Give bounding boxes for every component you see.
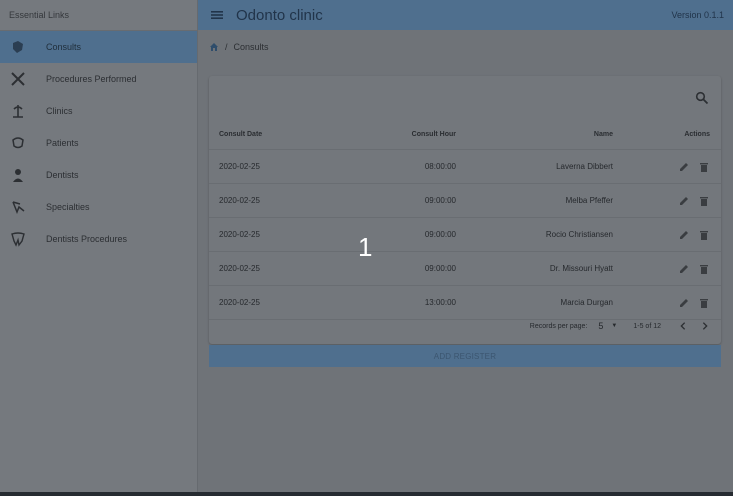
- table-header-row: Consult Date Consult Hour Name Actions: [209, 119, 721, 150]
- sidebar-item-label: Dentists Procedures: [46, 234, 128, 244]
- sidebar-item-specialties[interactable]: Specialties: [0, 191, 197, 223]
- sidebar-item-procedures-performed[interactable]: Procedures Performed: [0, 63, 197, 95]
- cell-actions: [614, 251, 721, 286]
- table-row: 2020-02-25 08:00:00 Laverna Dibbert: [209, 149, 721, 184]
- column-header-date[interactable]: Consult Date: [209, 119, 340, 150]
- chevron-right-icon[interactable]: [699, 320, 711, 332]
- cell-name: Melba Pfeffer: [457, 183, 614, 218]
- sidebar-item-label: Dentists: [46, 170, 79, 180]
- sidebar-item-patients[interactable]: Patients: [0, 127, 197, 159]
- sidebar-item-label: Procedures Performed: [46, 74, 137, 84]
- bottom-bar: [0, 492, 733, 496]
- clinic-icon: [9, 102, 27, 120]
- sidebar-item-label: Specialties: [46, 202, 90, 212]
- specialty-icon: [9, 198, 27, 216]
- records-per-page-label: Records per page:: [529, 322, 588, 330]
- cell-actions: [614, 149, 721, 184]
- edit-icon[interactable]: [678, 297, 690, 309]
- records-per-page-value: 5: [598, 321, 604, 331]
- column-header-name[interactable]: Name: [457, 119, 614, 150]
- sidebar-header: Essential Links: [0, 0, 197, 31]
- cell-actions: [614, 217, 721, 252]
- breadcrumb-separator: /: [225, 42, 228, 52]
- tools-icon: [9, 70, 27, 88]
- version-label: Version 0.1.1: [671, 10, 724, 20]
- cell-name: Dr. Missouri Hyatt: [457, 251, 614, 286]
- chevron-left-icon[interactable]: [677, 320, 689, 332]
- edit-icon[interactable]: [678, 263, 690, 275]
- app-header: Odonto clinic Version 0.1.1: [198, 0, 733, 30]
- delete-icon[interactable]: [698, 161, 710, 173]
- sidebar-item-clinics[interactable]: Clinics: [0, 95, 197, 127]
- caret-down-icon: ▼: [611, 323, 618, 329]
- table-row: 2020-02-25 09:00:00 Rocio Christiansen: [209, 217, 721, 252]
- procedure-tooth-icon: [9, 230, 27, 248]
- column-header-actions: Actions: [614, 119, 721, 150]
- tooth-icon: [9, 38, 27, 56]
- table-row: 2020-02-25 09:00:00 Melba Pfeffer: [209, 183, 721, 218]
- menu-icon[interactable]: [210, 8, 224, 22]
- app-title: Odonto clinic: [236, 6, 323, 24]
- patient-icon: [9, 134, 27, 152]
- dentist-icon: [9, 166, 27, 184]
- records-per-page-select[interactable]: 5 ▼: [598, 321, 617, 331]
- table-row: 2020-02-25 09:00:00 Dr. Missouri Hyatt: [209, 251, 721, 286]
- edit-icon[interactable]: [678, 161, 690, 173]
- consults-table: Consult Date Consult Hour Name Actions 2…: [209, 119, 721, 320]
- sidebar: Essential Links Consults Procedures Perf…: [0, 0, 198, 496]
- sidebar-item-consults[interactable]: Consults: [0, 31, 197, 63]
- cell-name: Laverna Dibbert: [457, 149, 614, 184]
- overlay-number: 1: [358, 232, 373, 262]
- sidebar-item-label: Clinics: [46, 106, 73, 116]
- pagination-range: 1-5 of 12: [633, 322, 661, 330]
- add-register-button[interactable]: ADD REGISTER: [209, 345, 721, 367]
- pagination: Records per page: 5 ▼ 1-5 of 12: [209, 313, 721, 339]
- home-icon[interactable]: [209, 42, 219, 52]
- sidebar-item-dentists[interactable]: Dentists: [0, 159, 197, 191]
- search-icon[interactable]: [695, 91, 709, 105]
- delete-icon[interactable]: [698, 297, 710, 309]
- sidebar-item-dentists-procedures[interactable]: Dentists Procedures: [0, 223, 197, 255]
- delete-icon[interactable]: [698, 263, 710, 275]
- cell-hour: 09:00:00: [340, 183, 457, 218]
- sidebar-item-label: Consults: [46, 42, 82, 52]
- breadcrumb: / Consults: [209, 42, 269, 52]
- edit-icon[interactable]: [678, 229, 690, 241]
- cell-date: 2020-02-25: [209, 183, 340, 218]
- cell-hour: 08:00:00: [340, 149, 457, 184]
- consults-card: Consult Date Consult Hour Name Actions 2…: [209, 76, 721, 344]
- edit-icon[interactable]: [678, 195, 690, 207]
- sidebar-item-label: Patients: [46, 138, 79, 148]
- breadcrumb-current: Consults: [233, 42, 269, 52]
- cell-name: Rocio Christiansen: [457, 217, 614, 252]
- delete-icon[interactable]: [698, 195, 710, 207]
- column-header-hour[interactable]: Consult Hour: [340, 119, 457, 150]
- cell-date: 2020-02-25: [209, 251, 340, 286]
- cell-date: 2020-02-25: [209, 217, 340, 252]
- cell-date: 2020-02-25: [209, 149, 340, 184]
- cell-actions: [614, 183, 721, 218]
- delete-icon[interactable]: [698, 229, 710, 241]
